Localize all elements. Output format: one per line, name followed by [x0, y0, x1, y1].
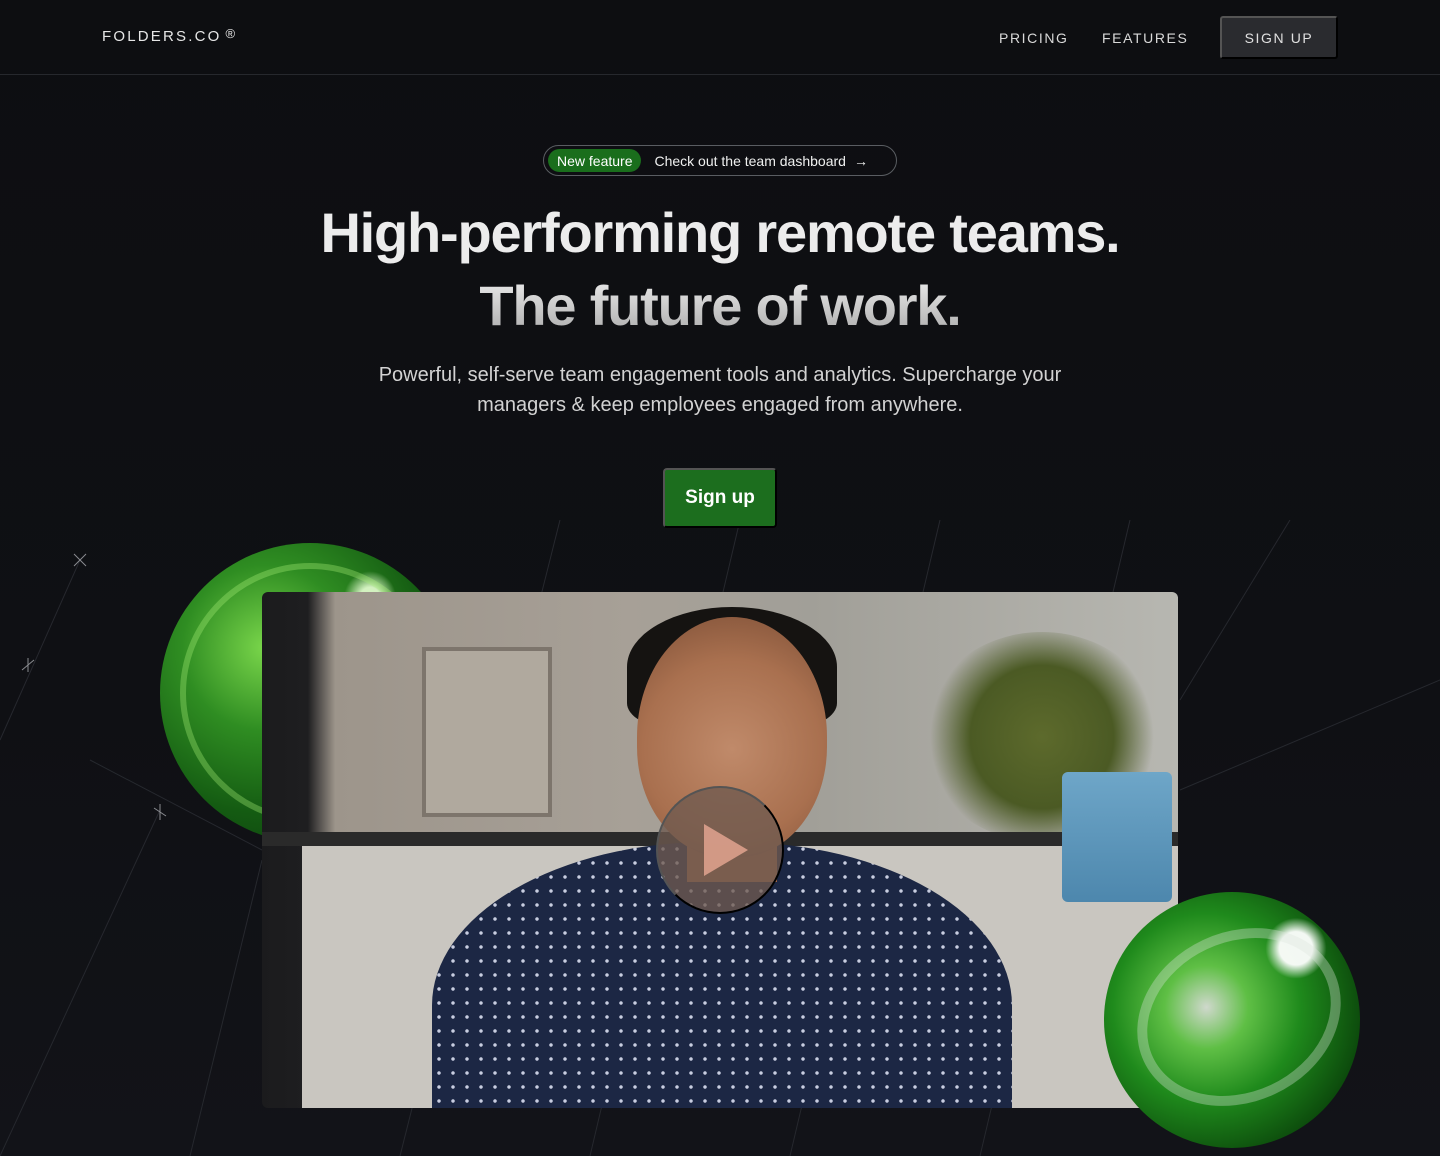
nav-link-features[interactable]: FEATURES — [1102, 30, 1188, 46]
hero-subtitle: Powerful, self-serve team engagement too… — [378, 364, 1062, 416]
registered-mark: ® — [225, 26, 236, 41]
new-feature-tag: New feature — [548, 149, 642, 172]
landing-page: FOLDERS.CO ® PRICING FEATURES SIGN UP New… — [0, 0, 1440, 1156]
logo-text: FOLDERS.CO — [102, 28, 222, 45]
play-triangle-icon — [704, 824, 748, 876]
green-sphere-right — [1104, 892, 1360, 1148]
top-navigation: FOLDERS.CO ® PRICING FEATURES SIGN UP — [0, 0, 1440, 75]
announcement-badge[interactable]: New feature Check out the team dashboard… — [543, 145, 897, 176]
hero-headline: High-performing remote teams. — [320, 201, 1120, 264]
play-icon[interactable] — [656, 786, 784, 914]
nav-link-pricing[interactable]: PRICING — [999, 30, 1069, 46]
hero-signup-button[interactable]: Sign up — [663, 468, 777, 528]
nav-signup-button[interactable]: SIGN UP — [1220, 16, 1338, 59]
logo[interactable]: FOLDERS.CO ® — [102, 26, 236, 45]
video-background-pot — [1062, 772, 1172, 902]
announcement-text: Check out the team dashboard — [654, 152, 846, 169]
arrow-right-icon: → — [853, 152, 868, 169]
hero-headline-secondary: The future of work. — [0, 273, 1440, 338]
video-background-frame — [422, 647, 552, 817]
